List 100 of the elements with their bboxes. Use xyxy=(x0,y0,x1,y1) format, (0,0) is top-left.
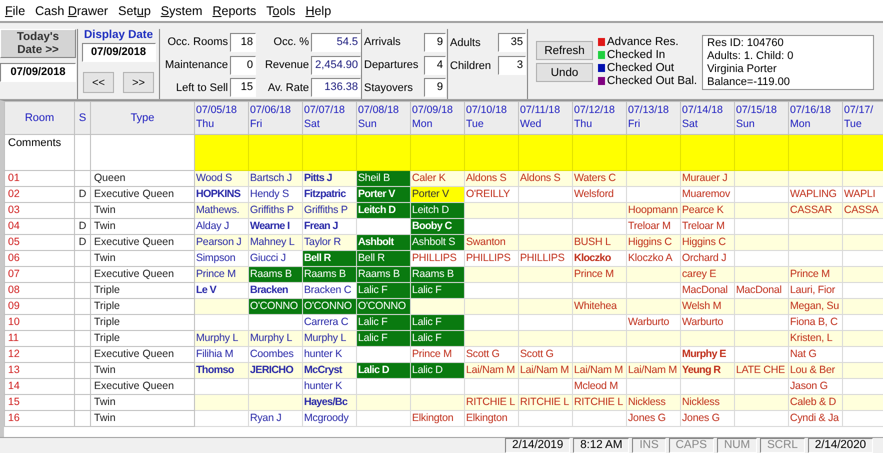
reservation-cell[interactable]: Raams B xyxy=(302,266,356,282)
stat-field[interactable]: 2,454.90 xyxy=(311,56,361,74)
reservation-cell[interactable]: Hayes/Bc xyxy=(302,394,356,410)
reservation-cell[interactable]: Lalic F xyxy=(356,282,410,298)
reservation-cell[interactable]: Bell R xyxy=(356,250,410,266)
reservation-cell[interactable]: Sheil B xyxy=(356,170,410,186)
toolbar-button[interactable]: Refresh xyxy=(536,41,593,60)
menu-item[interactable]: File xyxy=(3,4,34,18)
reservation-cell[interactable]: Fiona B, C xyxy=(788,314,842,330)
date-header[interactable]: 07/13/18 Fri xyxy=(626,102,680,134)
stat-field[interactable]: 3 xyxy=(498,56,526,75)
date-header[interactable]: 07/09/18 Mon xyxy=(410,102,464,134)
reservation-cell[interactable]: Bartsch J xyxy=(248,170,302,186)
date-header[interactable]: 07/11/18 Wed xyxy=(518,102,572,134)
reservation-cell[interactable]: Fitzpatric xyxy=(302,186,356,202)
reservation-cell[interactable]: Raams B xyxy=(410,266,464,282)
reservation-cell[interactable]: Nat G xyxy=(788,346,842,362)
reservation-cell[interactable]: Wood S xyxy=(194,170,248,186)
reservation-cell[interactable]: hunter K xyxy=(302,346,356,362)
reservation-cell[interactable]: Leitch D xyxy=(410,202,464,218)
reservation-cell[interactable]: Ashbolt xyxy=(356,234,410,250)
menu-item[interactable]: Cash Drawer xyxy=(33,4,116,18)
reservation-cell[interactable]: Megan, Su xyxy=(788,298,842,314)
date-header[interactable]: 07/16/18 Mon xyxy=(788,102,842,134)
reservation-cell[interactable]: Warburto xyxy=(680,314,734,330)
reservation-cell[interactable]: Prince M xyxy=(788,266,842,282)
toolbar-button[interactable]: Undo xyxy=(536,63,593,82)
reservation-cell[interactable]: Prince M xyxy=(572,266,626,282)
reservation-cell[interactable]: Warburto xyxy=(626,314,680,330)
reservation-cell[interactable]: Raams B xyxy=(248,266,302,282)
reservation-cell[interactable]: Murauer J xyxy=(680,170,734,186)
reservation-cell[interactable]: Pearce K xyxy=(680,202,734,218)
column-header[interactable]: Type xyxy=(90,102,194,134)
reservation-cell[interactable]: Raams B xyxy=(356,266,410,282)
stat-field[interactable]: 54.5 xyxy=(311,32,361,52)
reservation-cell[interactable]: O'CONNO xyxy=(248,298,302,314)
reservation-cell[interactable]: Bell R xyxy=(302,250,356,266)
reservation-cell[interactable]: Bracken C xyxy=(302,282,356,298)
reservation-cell[interactable]: Lalic F xyxy=(410,330,464,346)
reservation-cell[interactable]: Higgins C xyxy=(680,234,734,250)
date-header[interactable]: 07/10/18 Tue xyxy=(464,102,518,134)
reservation-cell[interactable]: Scott G xyxy=(464,346,518,362)
stat-field[interactable]: 4 xyxy=(424,56,446,74)
reservation-cell[interactable]: JERICHO xyxy=(248,362,302,378)
reservation-cell[interactable]: Griffiths P xyxy=(302,202,356,218)
reservation-cell[interactable]: Lai/Nam M xyxy=(626,362,680,378)
reservation-cell[interactable]: Murphy L xyxy=(248,330,302,346)
reservation-cell[interactable]: Mathews. xyxy=(194,202,248,218)
menu-item[interactable]: System xyxy=(158,4,210,18)
reservation-cell[interactable]: Pitts J xyxy=(302,170,356,186)
today-date-field[interactable]: 07/09/2018 xyxy=(0,63,76,82)
reservation-cell[interactable]: Le V xyxy=(194,282,248,298)
reservation-cell[interactable]: Nickless xyxy=(680,394,734,410)
display-date-field[interactable]: 07/09/2018 xyxy=(82,43,156,62)
reservation-cell[interactable]: Jones G xyxy=(680,410,734,426)
stat-field[interactable]: 9 xyxy=(424,78,446,98)
reservation-cell[interactable]: Whitehea xyxy=(572,298,626,314)
stat-field[interactable]: 15 xyxy=(230,78,256,98)
reservation-cell[interactable]: Nickless xyxy=(626,394,680,410)
menu-item[interactable]: Tools xyxy=(264,4,304,18)
reservation-cell[interactable]: CASSAR xyxy=(788,202,842,218)
reservation-cell[interactable]: LATE CHE xyxy=(734,362,788,378)
reservation-cell[interactable]: Scott G xyxy=(518,346,572,362)
reservation-cell[interactable]: carey E xyxy=(680,266,734,282)
reservation-cell[interactable]: Lai/Nam M xyxy=(518,362,572,378)
reservation-cell[interactable]: RITCHIE L xyxy=(572,394,626,410)
reservation-cell[interactable]: Frean J xyxy=(302,218,356,234)
reservation-cell[interactable]: Kloczko A xyxy=(626,250,680,266)
date-header[interactable]: 07/07/18 Sat xyxy=(302,102,356,134)
reservation-cell[interactable]: Elkington xyxy=(464,410,518,426)
reservation-cell[interactable]: Lalic D xyxy=(410,362,464,378)
reservation-cell[interactable]: Filihia M xyxy=(194,346,248,362)
reservation-cell[interactable]: O'REILLY xyxy=(464,186,518,202)
date-header[interactable]: 07/06/18 Fri xyxy=(248,102,302,134)
reservation-cell[interactable]: Ryan J xyxy=(248,410,302,426)
reservation-cell[interactable]: Lauri, Fior xyxy=(788,282,842,298)
reservation-cell[interactable]: Griffiths P xyxy=(248,202,302,218)
reservation-cell[interactable]: Jason G xyxy=(788,378,842,394)
reservation-cell[interactable]: Bracken xyxy=(248,282,302,298)
reservation-cell[interactable]: Mcgroody xyxy=(302,410,356,426)
reservation-cell[interactable]: PHILLIPS xyxy=(518,250,572,266)
date-header[interactable]: 07/05/18 Thu xyxy=(194,102,248,134)
reservation-cell[interactable]: Aldons S xyxy=(518,170,572,186)
reservation-cell[interactable]: BUSH L xyxy=(572,234,626,250)
reservation-cell[interactable]: PHILLIPS xyxy=(464,250,518,266)
reservation-cell[interactable]: Welsh M xyxy=(680,298,734,314)
reservation-cell[interactable]: MacDonal xyxy=(734,282,788,298)
reservation-cell[interactable]: WAPLI xyxy=(842,186,883,202)
date-header[interactable]: 07/08/18 Sun xyxy=(356,102,410,134)
reservation-cell[interactable]: Hoopmann xyxy=(626,202,680,218)
date-header[interactable]: 07/15/18 Sun xyxy=(734,102,788,134)
stat-field[interactable]: 35 xyxy=(498,33,526,52)
reservation-cell[interactable]: Waters C xyxy=(572,170,626,186)
reservation-cell[interactable]: Orchard J xyxy=(680,250,734,266)
reservation-cell[interactable]: RITCHIE L xyxy=(464,394,518,410)
stat-field[interactable]: 0 xyxy=(230,56,256,74)
reservation-cell[interactable]: Simpson xyxy=(194,250,248,266)
reservation-cell[interactable]: Aldons S xyxy=(464,170,518,186)
reservation-cell[interactable]: O'CONNO xyxy=(356,298,410,314)
next-button[interactable]: >> xyxy=(123,72,154,93)
